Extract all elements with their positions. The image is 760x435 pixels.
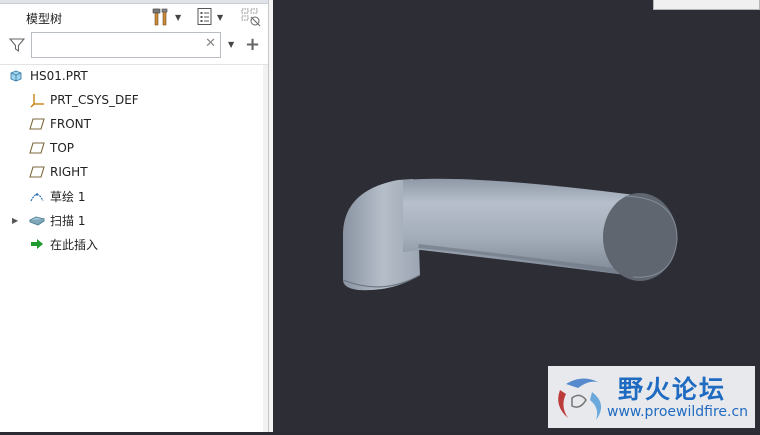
tree-item-label: 在此插入 [50, 237, 99, 252]
filter-row: ✕ ▼ + [0, 32, 268, 60]
panel-header: 模型树 ▼ ▼ [0, 4, 268, 30]
csys-icon [30, 92, 46, 108]
tree-item-csys[interactable]: PRT_CSYS_DEF [0, 89, 268, 111]
show-columns-icon [241, 8, 261, 27]
filter-icon[interactable] [8, 37, 26, 56]
tree-item-label: 扫描 1 [50, 213, 86, 228]
tree-item-label: RIGHT [50, 165, 88, 179]
clear-icon[interactable]: ✕ [205, 36, 216, 51]
tree-item-part[interactable]: HS01.PRT [0, 65, 268, 87]
search-input-box: ✕ [31, 32, 221, 58]
sweep-icon [29, 212, 45, 228]
chevron-down-icon: ▼ [217, 12, 224, 22]
tree-settings-icon [197, 8, 212, 25]
tree-item-insert-here[interactable]: 在此插入 [0, 233, 268, 255]
show-columns-button[interactable] [240, 7, 262, 27]
tree-item-label: FRONT [50, 117, 91, 131]
datum-plane-icon [29, 116, 45, 132]
datum-plane-icon [29, 164, 45, 180]
tree-item-label: TOP [50, 141, 75, 155]
panel-title: 模型树 [26, 12, 63, 26]
tree-item-sweep[interactable]: ▶ 扫描 1 [0, 209, 268, 231]
watermark-url: www.proewildfire.cn [607, 404, 749, 420]
chevron-down-icon[interactable]: ▼ [228, 40, 234, 49]
tools-menu-button[interactable]: ▼ [152, 7, 181, 27]
add-filter-button[interactable]: + [245, 34, 260, 55]
tree-item-label: 草绘 1 [50, 189, 86, 204]
model-tree-panel: 模型树 ▼ ▼ ✕ ▼ + HS01.PRT PRT_CSYS_DEF FRON… [0, 0, 269, 432]
chevron-down-icon: ▼ [175, 12, 182, 22]
watermark-title: 野火论坛 [618, 375, 727, 404]
tree-item-label: HS01.PRT [30, 69, 88, 83]
insert-arrow-icon [29, 236, 45, 252]
part-icon [8, 68, 24, 84]
hammer-icon [152, 8, 168, 26]
tree-item-label: PRT_CSYS_DEF [50, 93, 139, 107]
tree-item-sketch[interactable]: 草绘 1 [0, 185, 268, 207]
sketch-icon [29, 188, 45, 204]
tree-item-front[interactable]: FRONT [0, 113, 268, 135]
view-toolbar[interactable] [653, 0, 760, 10]
expand-arrow-icon[interactable]: ▶ [12, 216, 18, 225]
forum-logo-icon [558, 378, 602, 420]
tree-item-top[interactable]: TOP [0, 137, 268, 159]
search-input[interactable] [34, 34, 206, 58]
tree-settings-button[interactable]: ▼ [196, 7, 223, 27]
watermark: 野火论坛 www.proewildfire.cn [548, 366, 755, 428]
tree-item-right[interactable]: RIGHT [0, 161, 268, 183]
datum-plane-icon [29, 140, 45, 156]
